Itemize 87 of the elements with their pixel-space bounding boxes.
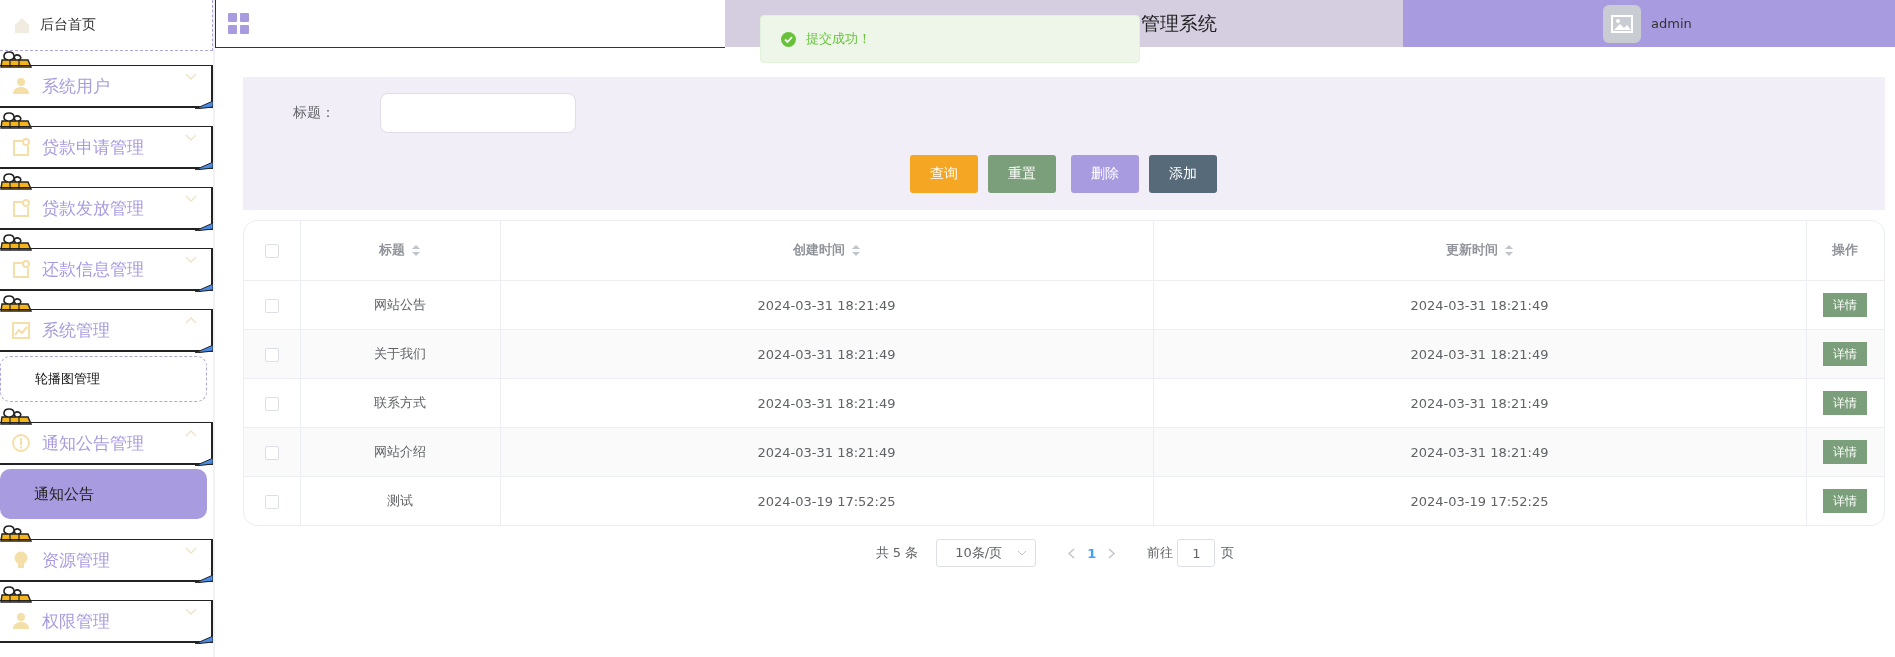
folded-corner-icon: [195, 345, 213, 353]
toast-message: 提交成功！: [806, 30, 871, 48]
table-cell: 2024-03-31 18:21:49: [757, 395, 896, 411]
menu-icon: [12, 199, 30, 217]
avatar-icon[interactable]: [1603, 4, 1641, 43]
submenu-item[interactable]: 通知公告: [0, 469, 207, 519]
binder-clip-icon: [0, 51, 32, 68]
binder-clip-icon: [0, 173, 32, 190]
table-cell: 2024-03-31 18:21:49: [1410, 346, 1549, 362]
chevron-down-icon: [1017, 550, 1028, 556]
menu-icon: [12, 434, 30, 452]
page-size-select[interactable]: 10条/页: [936, 539, 1037, 567]
page-suffix: 页: [1221, 544, 1235, 562]
folded-corner-icon: [195, 162, 213, 170]
binder-clip-icon: [0, 295, 32, 312]
table-cell: 网站公告: [374, 297, 426, 312]
row-checkbox[interactable]: [264, 494, 279, 509]
row-checkbox[interactable]: [264, 298, 279, 313]
binder-clip-icon: [0, 234, 32, 251]
binder-clip-icon: [0, 525, 32, 542]
folded-corner-icon: [195, 223, 213, 231]
menu-icon: [12, 551, 30, 569]
table-cell: 联系方式: [374, 395, 426, 410]
table-cell: 2024-03-31 18:21:49: [757, 444, 896, 460]
menu-item[interactable]: 系统用户: [0, 65, 213, 108]
details-button[interactable]: 详情: [1823, 391, 1868, 415]
folded-corner-icon: [195, 636, 213, 644]
table-cell: 2024-03-31 18:21:49: [757, 297, 896, 313]
table-cell: 2024-03-31 18:21:49: [1410, 444, 1549, 460]
title-input-field[interactable]: [380, 93, 576, 133]
menu-icon: [12, 321, 30, 339]
table-cell: 2024-03-19 17:52:25: [1410, 493, 1549, 509]
table-cell: 关于我们: [374, 346, 426, 361]
menu-icon: [12, 612, 30, 630]
action-button[interactable]: 重置: [988, 155, 1056, 193]
table-cell: 网站介绍: [374, 444, 426, 459]
menu-item[interactable]: 还款信息管理: [0, 248, 213, 291]
column-header[interactable]: 更新时间: [1445, 242, 1498, 259]
binder-clip-icon: [0, 586, 32, 603]
row-checkbox[interactable]: [264, 396, 279, 411]
menu-item[interactable]: 系统管理: [0, 309, 213, 352]
page-number[interactable]: 1: [1087, 545, 1097, 561]
folded-corner-icon: [195, 458, 213, 466]
menu-icon: [12, 260, 30, 278]
select-all-checkbox[interactable]: [264, 244, 279, 259]
menu-item[interactable]: 贷款发放管理: [0, 187, 213, 230]
folded-corner-icon: [195, 101, 213, 109]
folded-corner-icon: [195, 284, 213, 292]
previous-page-icon[interactable]: [1068, 547, 1076, 559]
home-menu-item[interactable]: 后台首页: [0, 0, 213, 51]
menu-icon: [12, 138, 30, 156]
column-header[interactable]: 创建时间: [792, 242, 845, 259]
action-button[interactable]: 查询: [910, 155, 978, 193]
menu-icon: [12, 77, 30, 95]
table-cell: 测试: [387, 493, 413, 508]
details-button[interactable]: 详情: [1823, 293, 1868, 317]
row-checkbox[interactable]: [264, 445, 279, 460]
table-cell: 2024-03-19 17:52:25: [757, 493, 896, 509]
details-button[interactable]: 详情: [1823, 440, 1868, 464]
table-cell: 2024-03-31 18:21:49: [757, 346, 896, 362]
binder-clip-icon: [0, 112, 32, 129]
column-header[interactable]: 标题: [379, 242, 405, 259]
menu-item[interactable]: 贷款申请管理: [0, 126, 213, 169]
table-cell: 2024-03-31 18:21:49: [1410, 395, 1549, 411]
column-header: 操作: [1832, 242, 1859, 257]
menu-item[interactable]: 通知公告管理: [0, 422, 213, 465]
table-cell: 2024-03-31 18:21:49: [1410, 297, 1549, 313]
title-label: 标题：: [293, 104, 336, 122]
check-icon: [781, 31, 796, 47]
details-button[interactable]: 详情: [1823, 489, 1868, 513]
next-page-icon[interactable]: [1108, 547, 1116, 559]
action-button[interactable]: 删除: [1071, 155, 1139, 193]
action-button[interactable]: 添加: [1149, 155, 1217, 193]
menu-item[interactable]: 权限管理: [0, 600, 213, 643]
goto-label: 前往: [1147, 544, 1174, 562]
row-checkbox[interactable]: [264, 347, 279, 362]
house-icon: [14, 17, 30, 33]
binder-clip-icon: [0, 408, 32, 425]
details-button[interactable]: 详情: [1823, 342, 1868, 366]
folded-corner-icon: [195, 575, 213, 583]
total-count: 共 5 条: [875, 544, 919, 562]
username: admin: [1651, 16, 1692, 31]
page-jump-field[interactable]: 1: [1177, 539, 1216, 567]
menu-item[interactable]: 资源管理: [0, 539, 213, 582]
submenu-item[interactable]: 轮播图管理: [0, 356, 207, 402]
menu-grid-icon[interactable]: [228, 12, 250, 35]
system-title: 管理系统: [1141, 10, 1217, 36]
